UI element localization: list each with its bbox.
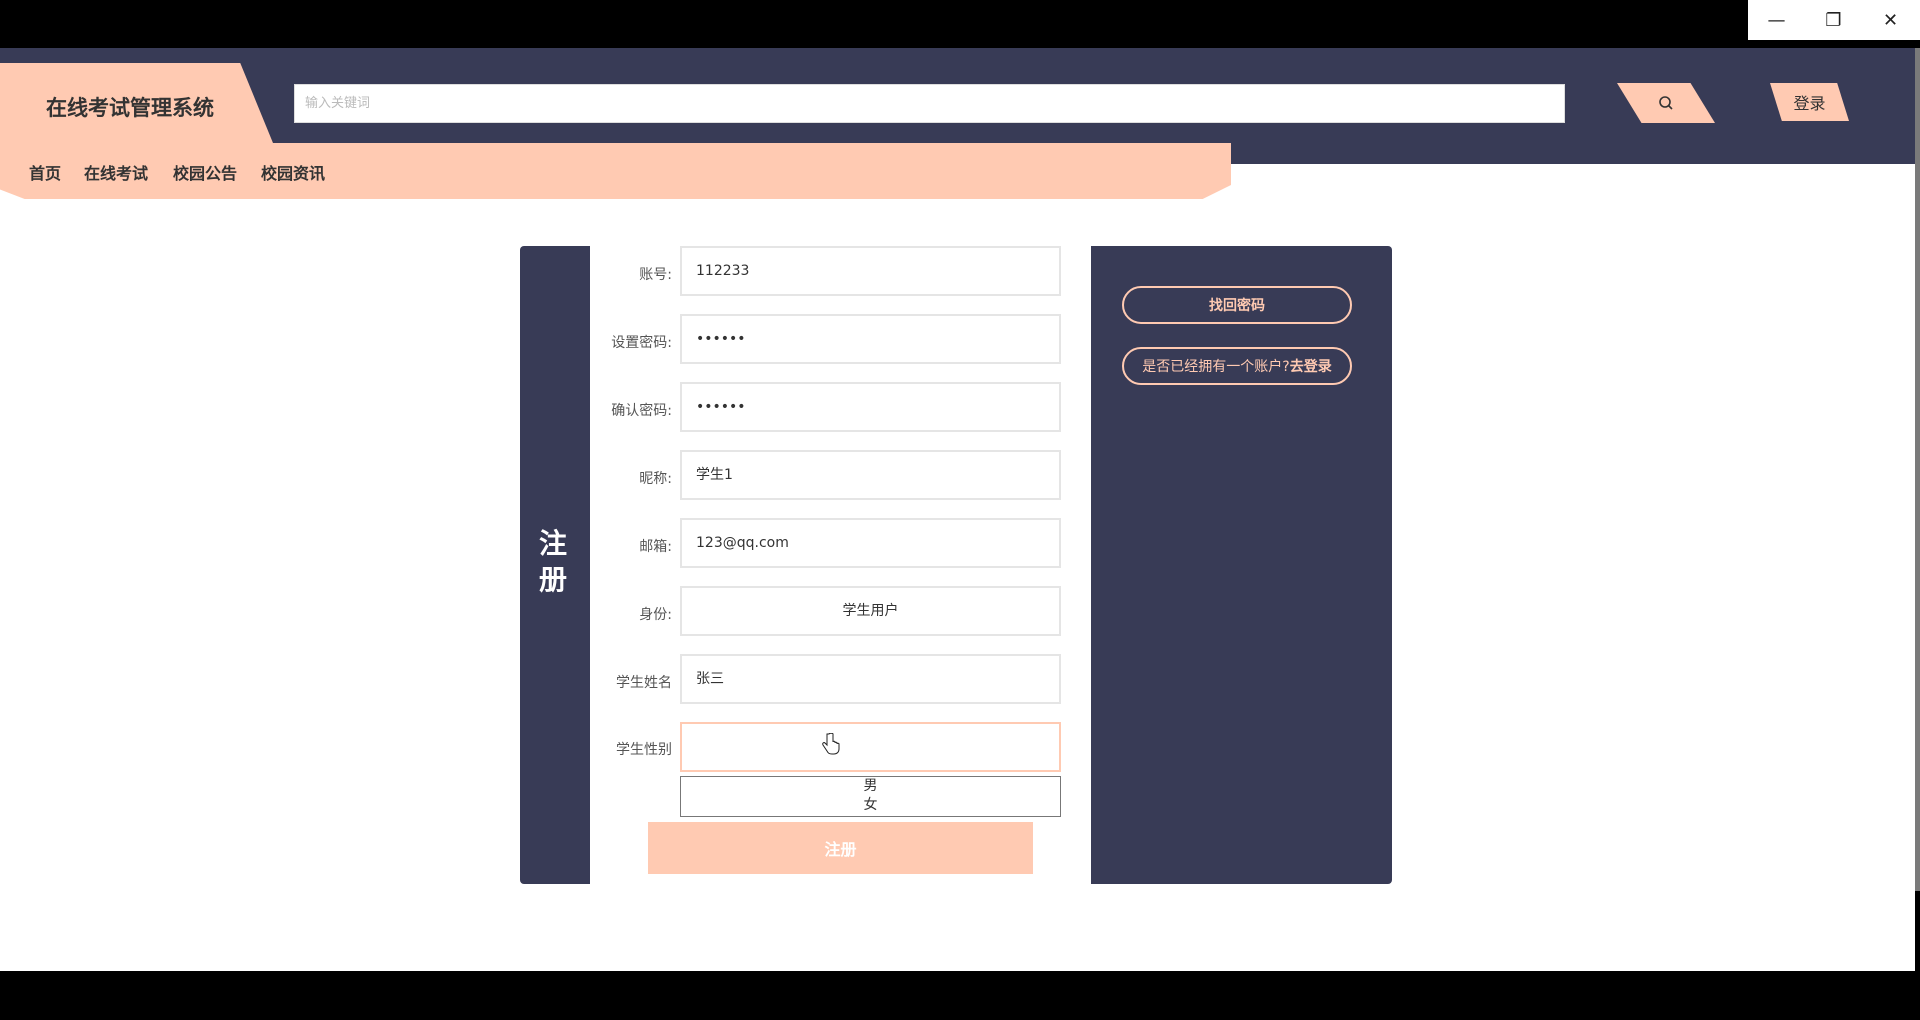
nickname-label: 昵称: xyxy=(639,471,672,487)
password-input[interactable]: •••••• xyxy=(680,314,1061,364)
gender-select[interactable] xyxy=(680,722,1061,772)
have-account-text: 是否已经拥有一个账户? xyxy=(1142,359,1290,375)
register-submit-button[interactable]: 注册 xyxy=(648,822,1033,874)
scrollbar[interactable] xyxy=(1915,48,1920,891)
go-login-link[interactable]: 去登录 xyxy=(1290,356,1332,376)
email-input[interactable]: 123@qq.com xyxy=(680,518,1061,568)
hand-cursor-icon xyxy=(822,733,840,755)
login-button[interactable]: 登录 xyxy=(1770,83,1849,121)
role-label: 身份: xyxy=(639,607,672,623)
search-input[interactable]: 输入关键词 xyxy=(294,84,1565,123)
confirm-password-input[interactable]: •••••• xyxy=(680,382,1061,432)
account-input[interactable]: 112233 xyxy=(680,246,1061,296)
password-label: 设置密码: xyxy=(611,335,672,351)
nav-item-news[interactable]: 校园资讯 xyxy=(261,160,325,184)
gender-option-male[interactable]: 男 xyxy=(681,777,1060,796)
nav-item-home[interactable]: 首页 xyxy=(29,160,61,184)
confirm-password-label: 确认密码: xyxy=(611,403,672,419)
app-title: 在线考试管理系统 xyxy=(46,96,214,120)
register-side-title: 注册 xyxy=(538,527,567,596)
go-login-button[interactable]: 是否已经拥有一个账户? 去登录 xyxy=(1122,347,1352,385)
minimize-icon[interactable]: — xyxy=(1748,0,1805,40)
search-icon xyxy=(1659,96,1673,110)
student-name-label: 学生姓名 xyxy=(616,675,672,691)
gender-dropdown: 男 女 xyxy=(680,776,1061,817)
email-label: 邮箱: xyxy=(639,539,672,555)
forgot-password-button[interactable]: 找回密码 xyxy=(1122,286,1352,324)
student-name-input[interactable]: 张三 xyxy=(680,654,1061,704)
restore-icon[interactable]: ❐ xyxy=(1805,0,1862,40)
close-icon[interactable]: ✕ xyxy=(1862,0,1919,40)
nav-item-notice[interactable]: 校园公告 xyxy=(173,160,237,184)
account-label: 账号: xyxy=(639,267,672,283)
role-select[interactable]: 学生用户 xyxy=(680,586,1061,636)
nav-item-exam[interactable]: 在线考试 xyxy=(84,160,148,184)
window-controls: — ❐ ✕ xyxy=(1748,0,1920,40)
student-gender-label: 学生性别 xyxy=(616,742,672,758)
app-window: 在线考试管理系统 输入关键词 登录 首页 在线考试 校园公告 校园资讯 注册 账… xyxy=(0,48,1915,971)
gender-option-female[interactable]: 女 xyxy=(681,796,1060,815)
nickname-input[interactable]: 学生1 xyxy=(680,450,1061,500)
